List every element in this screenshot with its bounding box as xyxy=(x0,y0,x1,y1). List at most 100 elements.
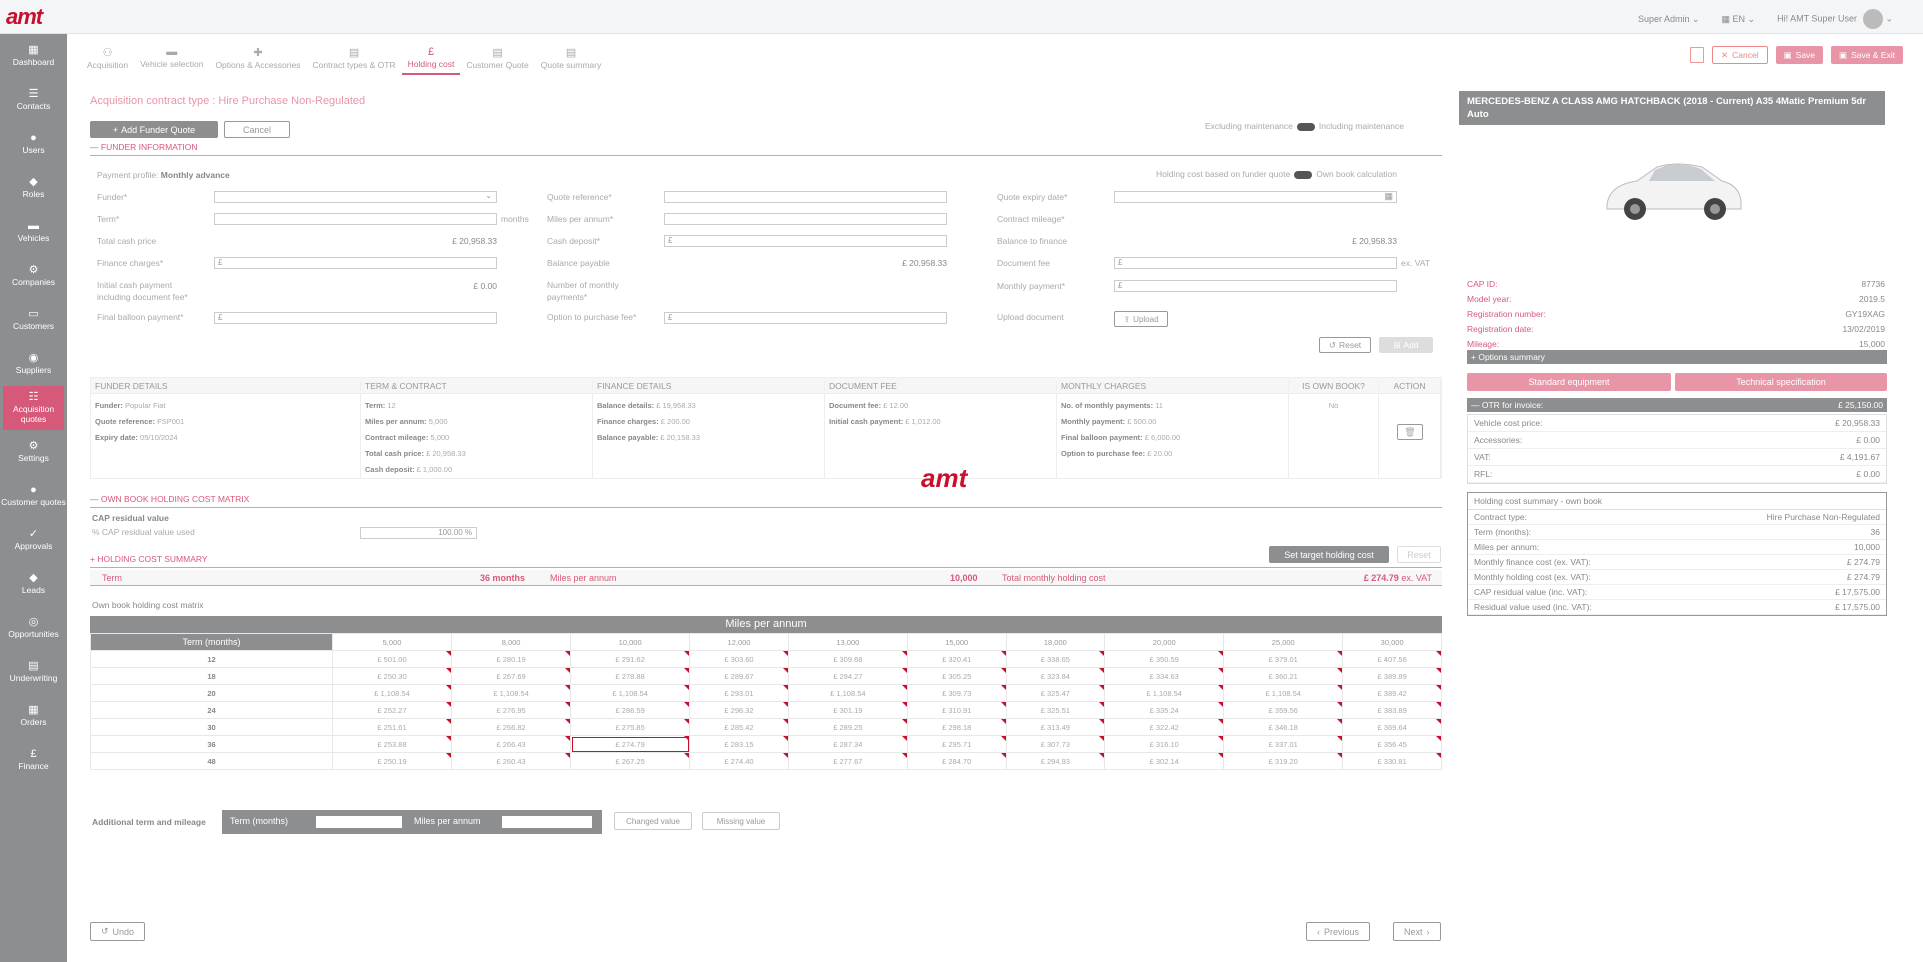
matrix-cell[interactable]: £ 309.68 xyxy=(787,650,908,668)
upload-button[interactable]: ⇪ Upload xyxy=(1114,311,1168,327)
matrix-cell[interactable]: £ 1,108.54 xyxy=(570,684,691,702)
additional-miles-input[interactable] xyxy=(502,816,592,828)
matrix-cell[interactable]: £ 289.67 xyxy=(689,667,789,685)
matrix-cell[interactable]: £ 322.42 xyxy=(1104,718,1225,736)
sidebar-item-customers[interactable]: ▭ Customers xyxy=(0,298,67,342)
funder-info-section[interactable]: — FUNDER INFORMATION xyxy=(90,142,1442,156)
sidebar-item-settings[interactable]: ⚙ Settings xyxy=(0,430,67,474)
calc-toggle[interactable]: Holding cost based on funder quote Own bo… xyxy=(1156,169,1397,179)
document-fee-input[interactable]: £ xyxy=(1114,257,1397,269)
matrix-cell[interactable]: £ 277.67 xyxy=(787,752,908,770)
matrix-cell[interactable]: £ 338.65 xyxy=(1005,650,1106,668)
tab-quote-summary[interactable]: ▤ Quote summary xyxy=(535,36,607,75)
tab-contract-types-otr[interactable]: ▤ Contract types & OTR xyxy=(306,36,401,75)
cash-deposit-input[interactable]: £ xyxy=(664,235,947,247)
matrix-cell[interactable]: £ 389.89 xyxy=(1342,667,1442,685)
matrix-cell[interactable]: £ 285.42 xyxy=(689,718,789,736)
matrix-cell[interactable]: £ 334.63 xyxy=(1104,667,1225,685)
sidebar-item-opportunities[interactable]: ◎ Opportunities xyxy=(0,606,67,650)
sidebar-item-contacts[interactable]: ☰ Contacts xyxy=(0,78,67,122)
matrix-cell[interactable]: £ 294.93 xyxy=(1005,752,1106,770)
matrix-cell[interactable]: £ 389.42 xyxy=(1342,684,1442,702)
matrix-cell[interactable]: £ 296.32 xyxy=(689,701,789,719)
additional-term-input[interactable] xyxy=(316,816,402,828)
cancel-funder-button[interactable]: Cancel xyxy=(224,121,290,138)
matrix-cell[interactable]: £ 313.49 xyxy=(1005,718,1106,736)
matrix-cell[interactable]: £ 320.41 xyxy=(906,650,1007,668)
funder-select[interactable]: ⌄ xyxy=(214,191,497,203)
sidebar-item-suppliers[interactable]: ◉ Suppliers xyxy=(0,342,67,386)
matrix-cell[interactable]: £ 323.84 xyxy=(1005,667,1106,685)
matrix-cell[interactable]: £ 253.88 xyxy=(331,735,453,753)
set-target-button[interactable]: Set target holding cost xyxy=(1269,546,1389,563)
calendar-icon[interactable]: ▦ xyxy=(1384,191,1393,202)
reset-button[interactable]: ↺ Reset xyxy=(1319,337,1371,353)
matrix-cell[interactable]: £ 286.59 xyxy=(570,701,691,719)
matrix-cell[interactable]: £ 325.47 xyxy=(1005,684,1106,702)
matrix-cell[interactable]: £ 1,108.54 xyxy=(1223,684,1344,702)
next-button[interactable]: Next › xyxy=(1393,922,1441,941)
matrix-cell[interactable]: £ 360.21 xyxy=(1223,667,1344,685)
matrix-cell[interactable]: £ 295.71 xyxy=(906,735,1007,753)
matrix-cell[interactable]: £ 359.56 xyxy=(1223,701,1344,719)
matrix-cell[interactable]: £ 316.10 xyxy=(1104,735,1225,753)
sidebar-item-companies[interactable]: ⚙ Companies xyxy=(0,254,67,298)
holding-cost-summary-section[interactable]: + HOLDING COST SUMMARY xyxy=(90,554,1442,568)
cancel-button[interactable]: ✕ Cancel xyxy=(1712,46,1768,64)
matrix-cell[interactable]: £ 287.34 xyxy=(787,735,908,753)
matrix-cell[interactable]: £ 346.18 xyxy=(1223,718,1344,736)
matrix-cell[interactable]: £ 280.19 xyxy=(451,650,572,668)
tab-acquisition[interactable]: ⚇ Acquisition xyxy=(81,36,134,75)
matrix-cell[interactable]: £ 274.40 xyxy=(689,752,789,770)
own-book-section[interactable]: — OWN BOOK HOLDING COST MATRIX xyxy=(90,494,1442,508)
standard-equipment-button[interactable]: Standard equipment xyxy=(1467,373,1671,391)
delete-icon[interactable]: 🗑 xyxy=(1397,424,1423,440)
tab-holding-cost[interactable]: £ Holding cost xyxy=(401,36,461,75)
otr-bar[interactable]: — OTR for invoice: £ 25,150.00 xyxy=(1467,398,1887,412)
matrix-cell[interactable]: £ 1,108.54 xyxy=(787,684,908,702)
finance-charges-input[interactable]: £ xyxy=(214,257,497,269)
save-button[interactable]: ▣ Save xyxy=(1775,46,1824,64)
user-menu[interactable]: Hi! AMT Super User ⌄ xyxy=(1777,9,1893,29)
matrix-cell[interactable]: £ 383.89 xyxy=(1342,701,1442,719)
tab-vehicle-selection[interactable]: ▬ Vehicle selection xyxy=(134,36,209,75)
save-exit-button[interactable]: ▣ Save & Exit xyxy=(1831,46,1903,64)
matrix-cell[interactable]: £ 298.18 xyxy=(906,718,1007,736)
technical-spec-button[interactable]: Technical specification xyxy=(1675,373,1887,391)
sidebar-item-vehicles[interactable]: ▬ Vehicles xyxy=(0,210,67,254)
sidebar-item-finance[interactable]: £ Finance xyxy=(0,738,67,782)
sidebar-item-acquisition-quotes[interactable]: ☷ Acquisition quotes xyxy=(3,386,64,430)
tab-options-accessories[interactable]: ✚ Options & Accessories xyxy=(209,36,306,75)
term-input[interactable] xyxy=(214,213,497,225)
cap-used-input[interactable]: 100.00 % xyxy=(360,527,477,539)
matrix-cell[interactable]: £ 1,108.54 xyxy=(331,684,453,702)
matrix-cell[interactable]: £ 309.73 xyxy=(906,684,1007,702)
sidebar-item-orders[interactable]: ▦ Orders xyxy=(0,694,67,738)
add-button[interactable]: ⊞ Add xyxy=(1379,337,1433,353)
matrix-cell[interactable]: £ 407.56 xyxy=(1342,650,1442,668)
calc-switch[interactable] xyxy=(1294,170,1313,179)
matrix-cell[interactable]: £ 330.81 xyxy=(1342,752,1442,770)
quote-expiry-input[interactable]: ▦ xyxy=(1114,191,1397,203)
matrix-cell[interactable]: £ 501.00 xyxy=(331,650,453,668)
matrix-cell[interactable]: £ 251.61 xyxy=(331,718,453,736)
matrix-cell[interactable]: £ 337.01 xyxy=(1223,735,1344,753)
matrix-cell[interactable]: £ 283.15 xyxy=(689,735,789,753)
matrix-cell[interactable]: £ 267.25 xyxy=(570,752,691,770)
quote-ref-input[interactable] xyxy=(664,191,947,203)
add-funder-quote-button[interactable]: + Add Funder Quote xyxy=(90,121,218,138)
matrix-cell[interactable]: £ 289.25 xyxy=(787,718,908,736)
tab-customer-quote[interactable]: ▤ Customer Quote xyxy=(460,36,534,75)
matrix-cell[interactable]: £ 1,108.54 xyxy=(451,684,572,702)
sidebar-item-roles[interactable]: ◆ Roles xyxy=(0,166,67,210)
sidebar-item-users[interactable]: ● Users xyxy=(0,122,67,166)
options-summary-toggle[interactable]: + Options summary xyxy=(1467,350,1887,364)
previous-button[interactable]: ‹ Previous xyxy=(1306,922,1371,941)
matrix-cell[interactable]: £ 325.51 xyxy=(1005,701,1106,719)
monthly-payment-input[interactable]: £ xyxy=(1114,280,1397,292)
undo-button[interactable]: ↺ Undo xyxy=(90,922,146,941)
matrix-cell[interactable]: £ 267.69 xyxy=(451,667,572,685)
matrix-cell[interactable]: £ 369.64 xyxy=(1342,718,1442,736)
maintenance-toggle[interactable]: Excluding maintenance Including maintenan… xyxy=(1205,121,1404,131)
matrix-cell[interactable]: £ 379.01 xyxy=(1223,650,1344,668)
